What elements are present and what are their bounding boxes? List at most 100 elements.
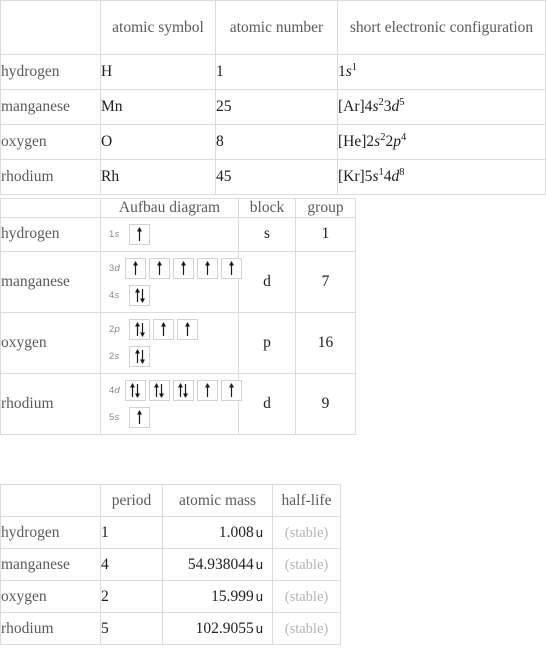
spin-up-arrow-icon (204, 382, 210, 397)
shell-label: 4s (109, 289, 120, 301)
period-value: 5 (100, 612, 163, 645)
spin-down-arrow-icon (139, 322, 145, 337)
group-value: 1 (295, 216, 356, 252)
row-label-oxygen: oxygen (0, 580, 101, 613)
table-row: manganese 3d 4s d 7 (0, 250, 356, 313)
half-life-value: (stable) (272, 516, 341, 549)
electronic-configuration-value: 1s1 (337, 54, 546, 90)
orbital-box-group (129, 223, 150, 245)
shell-row-5s: 5s (109, 406, 232, 428)
element-misc-table: period atomic mass half-life hydrogen 1 1.… (0, 484, 341, 645)
column-header-blank (0, 484, 101, 517)
table-header-row: Aufbau diagram block group (0, 198, 356, 218)
atomic-mass-unit: u (255, 556, 263, 572)
row-label-rhodium: rhodium (0, 159, 101, 195)
orbital-box-up (129, 406, 150, 428)
orbital-box-up (153, 318, 174, 340)
half-life-value: (stable) (272, 548, 341, 581)
spin-up-arrow-icon (137, 226, 142, 241)
column-header-group: group (295, 198, 356, 218)
table-header-row: atomic symbol atomic number short electr… (0, 0, 546, 55)
block-value: d (238, 250, 296, 313)
row-label-hydrogen: hydrogen (0, 54, 101, 90)
results-sheet: atomic symbol atomic number short electr… (0, 0, 546, 650)
half-life-value: (stable) (272, 580, 341, 613)
spin-up-arrow-icon (228, 382, 234, 397)
orbital-box-group (129, 406, 150, 428)
table-row: hydrogen H 1 1s1 (0, 54, 546, 90)
orbital-box-up (172, 257, 194, 279)
row-label-manganese: manganese (0, 548, 101, 581)
table-header-row: period atomic mass half-life (0, 484, 341, 517)
group-value: 9 (295, 372, 356, 435)
atomic-mass-unit: u (255, 524, 263, 540)
column-header-atomic-symbol: atomic symbol (100, 0, 216, 55)
orbital-box-group (124, 257, 242, 279)
spin-down-arrow-icon (159, 383, 165, 398)
shell-label: 3d (109, 262, 120, 274)
atomic-symbol-value: O (100, 124, 216, 160)
atomic-mass-number: 54.938044 (187, 555, 254, 573)
block-value: p (238, 311, 296, 374)
table-row: rhodium 4d 5s d 9 (0, 372, 356, 435)
column-header-block: block (238, 198, 296, 218)
atomic-symbol-value: H (100, 54, 216, 90)
row-label-manganese: manganese (0, 250, 101, 313)
orbital-box-up (177, 318, 198, 340)
shell-row-3d: 3d (109, 257, 242, 279)
row-label-hydrogen: hydrogen (0, 516, 101, 549)
spin-down-arrow-icon (135, 383, 141, 398)
atomic-mass-value: 15.999 u (162, 580, 273, 613)
atomic-mass-number: 15.999 (211, 587, 254, 605)
orbital-box-up (220, 257, 242, 279)
table-row: oxygen 2p 2s p 16 (0, 311, 356, 374)
period-value: 1 (100, 516, 163, 549)
aufbau-diagram-table: Aufbau diagram block group hydrogen 1s s 1 m… (0, 198, 356, 435)
column-header-period: period (100, 484, 163, 517)
shell-row-2p: 2p (109, 318, 232, 340)
row-label-manganese: manganese (0, 89, 101, 125)
atomic-mass-number: 102.9055 (195, 619, 254, 637)
block-value: s (238, 216, 296, 252)
atomic-mass-value: 1.008 u (162, 516, 273, 549)
table-row: hydrogen 1 1.008 u (stable) (0, 516, 341, 549)
atomic-mass-value: 102.9055 u (162, 612, 273, 645)
orbital-box-up (129, 223, 150, 245)
electronic-configuration-value: [Ar]4s23d5 (337, 89, 546, 125)
shell-label: 4d (109, 384, 120, 396)
table-row: oxygen O 8 [He]2s22p4 (0, 124, 546, 160)
column-header-blank (0, 198, 101, 218)
orbital-box-group (124, 379, 242, 401)
atomic-mass-number: 1.008 (218, 523, 254, 541)
period-value: 2 (100, 580, 163, 613)
period-value: 4 (100, 548, 163, 581)
orbital-box-pair (148, 379, 170, 401)
orbital-box-up (148, 257, 170, 279)
column-header-atomic-number: atomic number (215, 0, 338, 55)
atomic-symbol-value: Rh (100, 159, 216, 195)
spin-up-arrow-icon (228, 260, 234, 275)
shell-label: 2s (109, 350, 120, 362)
spin-up-arrow-icon (156, 260, 162, 275)
half-life-value: (stable) (272, 612, 341, 645)
orbital-box-up (196, 257, 218, 279)
atomic-symbol-value: Mn (100, 89, 216, 125)
row-label-oxygen: oxygen (0, 311, 101, 374)
orbital-box-group (129, 284, 150, 306)
spin-up-arrow-icon (132, 260, 138, 275)
element-properties-table: atomic symbol atomic number short electr… (0, 0, 546, 195)
orbital-box-pair (124, 379, 146, 401)
spin-up-arrow-icon (161, 321, 166, 336)
row-label-rhodium: rhodium (0, 612, 101, 645)
column-header-half-life: half-life (272, 484, 341, 517)
orbital-box-up (220, 379, 242, 401)
group-value: 7 (295, 250, 356, 313)
aufbau-diagram-cell: 3d 4s (100, 250, 242, 313)
table-row: hydrogen 1s s 1 (0, 216, 356, 252)
electronic-configuration-value: [He]2s22p4 (337, 124, 546, 160)
spin-up-arrow-icon (180, 260, 186, 275)
shell-row-2s: 2s (109, 345, 232, 367)
atomic-mass-unit: u (255, 620, 263, 636)
orbital-box-pair (129, 318, 150, 340)
shell-label: 2p (109, 323, 120, 335)
